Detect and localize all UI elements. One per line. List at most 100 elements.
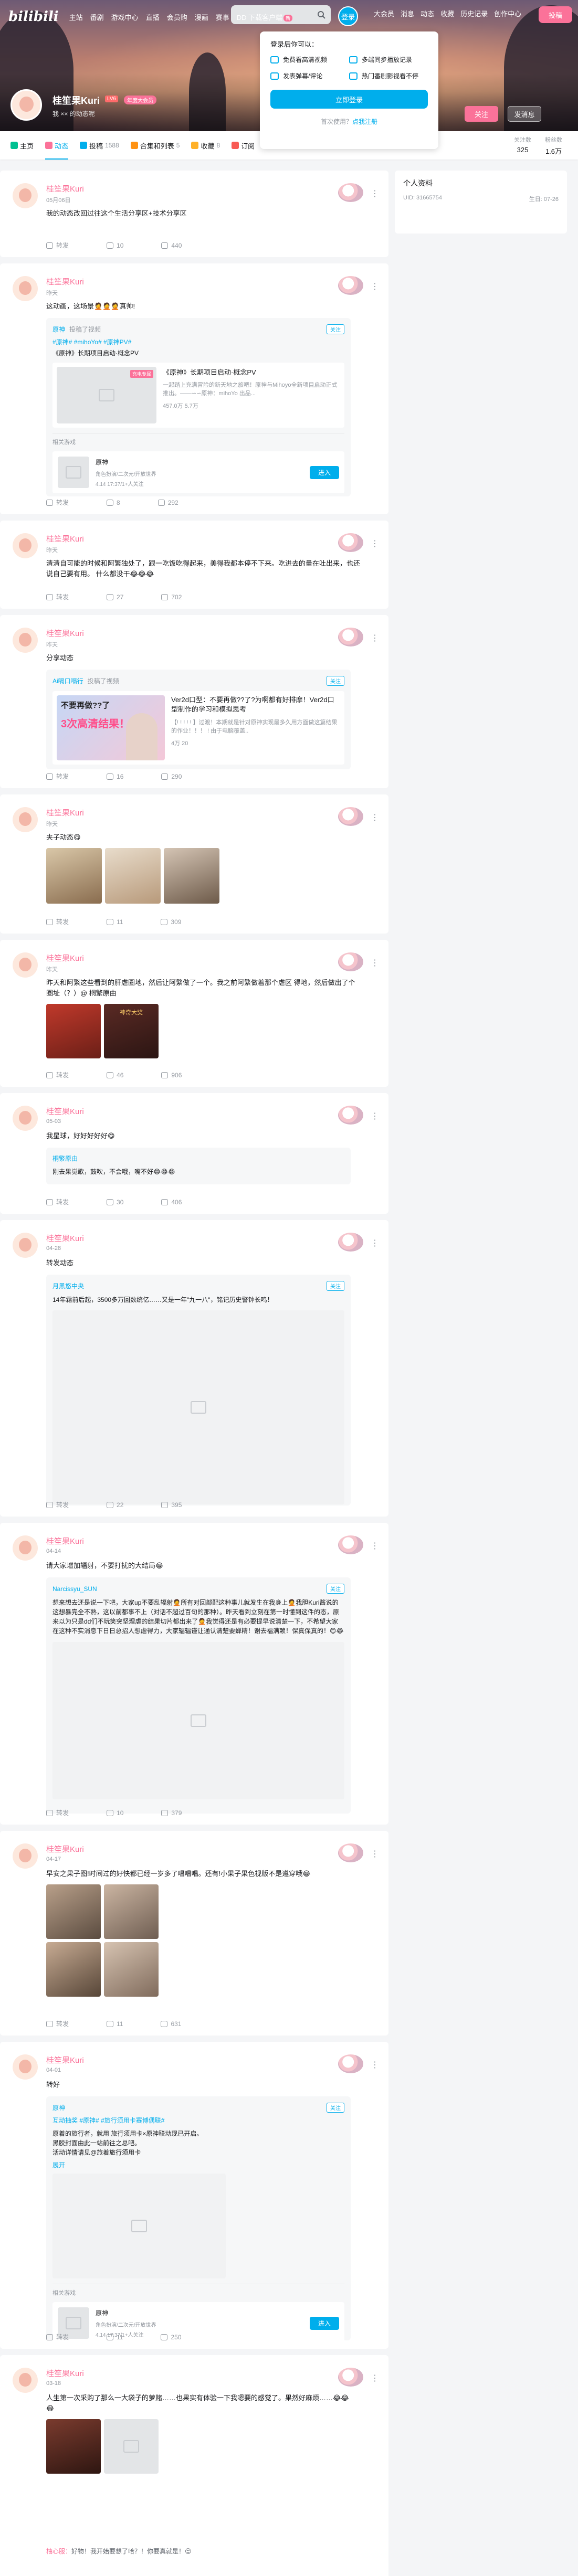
tab-uploads[interactable]: 投稿 1588 (80, 131, 119, 160)
post-image-placeholder[interactable] (104, 2419, 159, 2474)
nav-item-home[interactable]: 主站 (69, 12, 83, 22)
avatar[interactable] (13, 1233, 38, 1258)
comment-author[interactable]: 柚心服： (46, 2548, 71, 2555)
avatar[interactable] (13, 2368, 38, 2393)
share-button[interactable]: 转发 (46, 1500, 69, 1509)
post-author[interactable]: 桂笙果Kuri (46, 2054, 84, 2065)
bilibili-logo[interactable]: bilibili (8, 9, 59, 25)
share-button[interactable]: 转发 (46, 498, 69, 507)
message-button[interactable]: 发消息 (508, 106, 541, 122)
post-image[interactable] (46, 1004, 101, 1058)
forwarded-content[interactable]: 原神 关注 互动抽奖 #原神# #旅行须用卡赛博偶联# 原着的旅行者，就用 旅行须… (46, 2096, 351, 2344)
post-author[interactable]: 桂笙果Kuri (46, 533, 84, 544)
login-now-button[interactable]: 立即登录 (270, 90, 428, 109)
topic-tags[interactable]: #原神# #mihoYo# #原神PV# (52, 337, 344, 346)
follow-button[interactable]: 关注 (327, 324, 344, 334)
post-image[interactable] (164, 848, 219, 904)
video-card[interactable]: 充电专属 《原神》长期项目启动·概念PV 一起踏上充满冒险的新天地之旅吧！原神与… (52, 363, 344, 428)
post-image[interactable] (46, 2419, 101, 2474)
forward-image-placeholder[interactable] (52, 1310, 344, 1504)
more-icon[interactable]: ⋮ (371, 281, 379, 292)
more-icon[interactable]: ⋮ (371, 1849, 379, 1859)
post-image[interactable]: 神奇大奖 (104, 1004, 159, 1058)
forward-author[interactable]: Ai嗝口嗝行 (52, 676, 83, 685)
forward-author[interactable]: Narcissyu_SUN (52, 1585, 97, 1593)
comment-button[interactable]: 11 (107, 2333, 123, 2341)
forward-author[interactable]: 月黑悠中央 (52, 1281, 84, 1290)
tab-home[interactable]: 主页 (10, 131, 34, 160)
tab-favorites[interactable]: 收藏 8 (191, 131, 220, 160)
avatar[interactable] (13, 183, 38, 208)
tab-collections[interactable]: 合集和列表 5 (130, 131, 180, 160)
more-icon[interactable]: ⋮ (371, 1541, 379, 1551)
more-icon[interactable]: ⋮ (371, 2060, 379, 2070)
comment-button[interactable]: 10 (107, 1808, 123, 1817)
stat-following[interactable]: 关注数 325 (514, 135, 531, 156)
more-icon[interactable]: ⋮ (371, 958, 379, 968)
share-button[interactable]: 转发 (46, 1808, 69, 1817)
post-author[interactable]: 桂笙果Kuri (46, 1535, 84, 1546)
nav-item-download[interactable]: DD 下载客户端新 (237, 12, 293, 22)
post-image[interactable] (105, 848, 161, 904)
more-icon[interactable]: ⋮ (371, 2373, 379, 2383)
share-button[interactable]: 转发 (46, 1197, 69, 1206)
nav-item-manga[interactable]: 漫画 (195, 12, 208, 22)
nav-item-mall[interactable]: 会员购 (167, 12, 187, 22)
like-button[interactable]: 702 (161, 592, 182, 601)
nav-item-match[interactable]: 赛事 (216, 12, 229, 22)
game-card[interactable]: 原神 角色扮演/二次元/开放世界 4.14 17:37/1+人关注 进入 (52, 451, 344, 493)
nav-item-game[interactable]: 游戏中心 (111, 12, 139, 22)
like-button[interactable]: 292 (157, 498, 178, 507)
comment-button[interactable]: 46 (107, 1070, 123, 1079)
like-button[interactable]: 290 (161, 772, 182, 781)
comment-button[interactable]: 27 (107, 592, 123, 601)
post-author[interactable]: 桂笙果Kuri (46, 807, 84, 818)
like-button[interactable]: 406 (161, 1197, 182, 1206)
like-button[interactable]: 309 (161, 917, 182, 926)
more-icon[interactable]: ⋮ (371, 812, 379, 823)
more-icon[interactable]: ⋮ (371, 1238, 379, 1248)
post-author[interactable]: 桂笙果Kuri (46, 952, 84, 963)
post-image[interactable] (46, 1942, 101, 1997)
tab-subscriptions[interactable]: 订阅 (232, 131, 255, 160)
forwarded-content[interactable]: Narcissyu_SUN 关注 想来想去还是说一下吧，大家up不要乱辐射🤦所有对… (46, 1577, 351, 1814)
follow-button[interactable]: 关注 (327, 2103, 344, 2113)
more-icon[interactable]: ⋮ (371, 538, 379, 549)
avatar[interactable] (13, 952, 38, 978)
forwarded-content[interactable]: Ai嗝口嗝行 投稿了视频 关注 不要再做??了 3次高清结果！ Ver2d口型：不要… (46, 670, 351, 769)
like-button[interactable]: 379 (161, 1808, 182, 1817)
avatar[interactable] (13, 1106, 38, 1131)
stat-followers[interactable]: 粉丝数 1.6万 (545, 135, 562, 156)
share-button[interactable]: 转发 (46, 592, 69, 601)
share-button[interactable]: 转发 (46, 2333, 69, 2341)
follow-button[interactable]: 关注 (327, 676, 344, 686)
forward-image-placeholder[interactable] (52, 2174, 226, 2278)
comment-button[interactable]: 11 (107, 2019, 123, 2028)
comment-button[interactable]: 8 (107, 498, 120, 507)
post-author[interactable]: 桂笙果Kuri (46, 1233, 84, 1244)
nav-item-bangumi[interactable]: 番剧 (90, 12, 104, 22)
more-icon[interactable]: ⋮ (371, 188, 379, 199)
forwarded-content[interactable]: 原神 投稿了视频 关注 #原神# #mihoYo# #原神PV# 《原神》长期项目启… (46, 318, 351, 496)
more-icon[interactable]: ⋮ (371, 1111, 379, 1121)
comment-button[interactable]: 10 (107, 241, 123, 250)
profile-avatar[interactable] (10, 89, 42, 121)
post-author[interactable]: 桂笙果Kuri (46, 276, 84, 287)
nav-item-live[interactable]: 直播 (146, 12, 160, 22)
comment-button[interactable]: 30 (107, 1197, 123, 1206)
tab-dynamic[interactable]: 动态 (45, 131, 69, 160)
topic-tags[interactable]: 互动抽奖 #原神# #旅行须用卡赛博偶联# (52, 2116, 344, 2125)
like-button[interactable]: 440 (161, 241, 182, 250)
follow-button[interactable]: 关注 (465, 106, 498, 122)
enter-game-button[interactable]: 进入 (309, 2316, 339, 2330)
avatar[interactable] (13, 807, 38, 832)
forwarded-content[interactable]: 月黑悠中央 关注 14年霜前后起，3500多万回数统亿……又是一年"九一八"，铭记… (46, 1275, 351, 1506)
forward-image-placeholder[interactable] (52, 1642, 344, 1799)
like-button[interactable]: 395 (161, 1500, 182, 1509)
forward-author[interactable]: 原神 (52, 325, 65, 334)
post-author[interactable]: 桂笙果Kuri (46, 2368, 84, 2379)
share-button[interactable]: 转发 (46, 917, 69, 926)
avatar[interactable] (13, 533, 38, 558)
share-button[interactable]: 转发 (46, 2019, 69, 2028)
post-author[interactable]: 桂笙果Kuri (46, 1843, 84, 1854)
